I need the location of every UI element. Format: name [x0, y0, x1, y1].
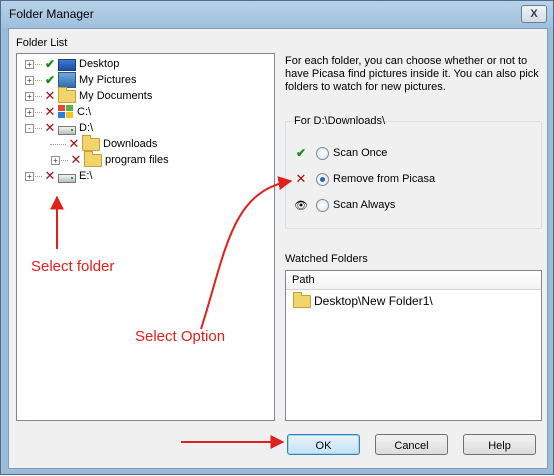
scan-always-radio[interactable]	[316, 198, 329, 212]
tree-item-downloads[interactable]: ✕ Downloads	[49, 134, 158, 152]
description-line-2: have Picasa find pictures inside it. You…	[285, 68, 539, 80]
watched-folder-row[interactable]: Desktop\New Folder1\	[292, 292, 433, 308]
windows-drive-icon	[58, 105, 74, 119]
check-icon[interactable]: ✔	[43, 73, 57, 87]
folder-icon	[82, 134, 100, 151]
path-column-label: Path	[292, 274, 315, 286]
scan-once-radio[interactable]	[316, 146, 329, 160]
tree-item-label: My Documents	[79, 90, 153, 102]
expand-icon[interactable]: +	[25, 107, 34, 117]
ok-button[interactable]: OK	[287, 434, 360, 455]
dialog-body: Folder List + ✔ Desktop + ✔ My Pictures …	[8, 28, 548, 469]
folder-icon	[84, 150, 102, 167]
tree-item-label: C:\	[77, 106, 92, 118]
help-button[interactable]: Help	[463, 434, 536, 455]
tree-item-program-files[interactable]: + ✕ program files	[51, 150, 169, 168]
expand-icon[interactable]: +	[25, 91, 34, 101]
options-group: For D:\Downloads\ ✔ Scan Once ✕ Remove f…	[285, 115, 542, 229]
collapse-icon[interactable]: -	[25, 123, 34, 133]
check-icon: ✔	[295, 146, 307, 160]
window-title: Folder Manager	[9, 7, 94, 21]
remove-radio[interactable]	[316, 172, 329, 186]
folder-list-label: Folder List	[16, 37, 68, 49]
close-icon: X	[530, 8, 538, 20]
drive-icon	[58, 173, 76, 183]
tree-item-my-pictures[interactable]: + ✔ My Pictures	[25, 72, 136, 88]
eye-icon: 👁	[294, 199, 308, 212]
cross-icon[interactable]: ✕	[67, 136, 81, 152]
expand-icon[interactable]: +	[25, 75, 34, 85]
tree-item-label: My Pictures	[79, 74, 137, 86]
watched-folders-label: Watched Folders	[285, 253, 368, 265]
title-bar[interactable]: Folder Manager X	[1, 1, 553, 28]
remove-label[interactable]: Remove from Picasa	[333, 173, 435, 185]
watched-folder-path: Desktop\New Folder1\	[314, 293, 433, 308]
tree-item-label: Desktop	[79, 58, 120, 70]
folder-icon	[58, 86, 76, 103]
expand-icon[interactable]: +	[25, 59, 34, 69]
tree-item-label: program files	[105, 154, 169, 166]
path-column-header[interactable]: Path	[286, 271, 541, 290]
tree-item-desktop[interactable]: + ✔ Desktop	[25, 56, 119, 72]
options-group-title: For D:\Downloads\	[293, 115, 387, 127]
expand-icon[interactable]: +	[51, 155, 60, 165]
remove-option[interactable]: ✕ Remove from Picasa	[294, 170, 436, 188]
description-line-1: For each folder, you can choose whether …	[285, 55, 528, 67]
cross-icon[interactable]: ✕	[43, 120, 57, 136]
expand-icon[interactable]: +	[25, 171, 34, 181]
scan-always-label[interactable]: Scan Always	[333, 199, 395, 211]
cross-icon[interactable]: ✕	[43, 88, 57, 104]
scan-once-label[interactable]: Scan Once	[333, 147, 387, 159]
check-icon[interactable]: ✔	[43, 57, 57, 71]
description-line-3: folders to watch for new pictures.	[285, 81, 446, 93]
tree-item-label: E:\	[79, 170, 93, 182]
cross-icon: ✕	[295, 171, 307, 186]
tree-item-c-drive[interactable]: + ✕ C:\	[25, 104, 91, 120]
folder-icon	[293, 292, 311, 308]
cross-icon[interactable]: ✕	[69, 152, 83, 168]
tree-item-my-documents[interactable]: + ✕ My Documents	[25, 86, 153, 104]
cross-icon[interactable]: ✕	[43, 168, 57, 184]
tree-item-e-drive[interactable]: + ✕ E:\	[25, 168, 92, 184]
select-folder-annotation: Select folder	[31, 258, 115, 275]
cancel-button[interactable]: Cancel	[375, 434, 448, 455]
watched-folders-list[interactable]: Path Desktop\New Folder1\	[285, 270, 542, 421]
tree-item-label: D:\	[79, 122, 94, 134]
desktop-icon	[58, 58, 76, 71]
folder-manager-window: Folder Manager X Folder List + ✔ Desktop…	[0, 0, 554, 475]
cross-icon[interactable]: ✕	[43, 104, 57, 120]
close-button[interactable]: X	[521, 5, 547, 23]
scan-always-option[interactable]: 👁 Scan Always	[294, 196, 395, 214]
scan-once-option[interactable]: ✔ Scan Once	[294, 144, 387, 162]
select-option-annotation: Select Option	[135, 328, 226, 345]
tree-item-label: Downloads	[103, 138, 158, 150]
drive-icon	[58, 125, 76, 135]
folder-tree[interactable]: + ✔ Desktop + ✔ My Pictures + ✕ My Docum	[16, 53, 275, 421]
